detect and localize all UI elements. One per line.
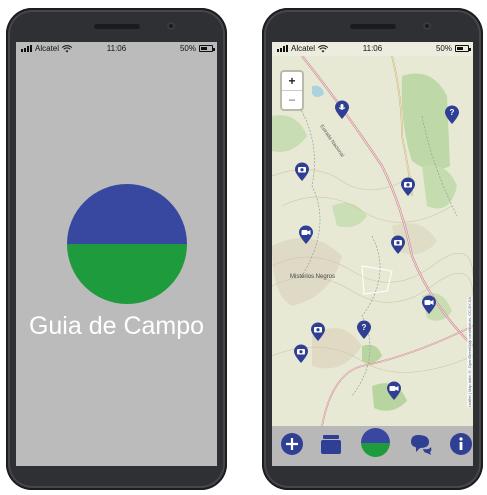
video-icon xyxy=(301,230,311,235)
camera-icon xyxy=(394,240,402,246)
camera-icon xyxy=(404,182,412,188)
question-icon: ? xyxy=(450,108,455,117)
map-marker[interactable] xyxy=(400,177,416,197)
map-marker[interactable] xyxy=(421,295,437,315)
plus-icon[interactable] xyxy=(280,432,304,456)
app-title: Guia de Campo xyxy=(28,312,205,340)
status-bar: Alcatel 11:06 50% xyxy=(16,42,217,56)
battery-percent: 50% xyxy=(179,44,196,53)
map-marker[interactable] xyxy=(293,344,309,364)
battery-percent: 50% xyxy=(435,44,452,53)
phone-right: Alcatel 11:06 50% Estrada Nacional + − M… xyxy=(262,8,483,490)
battery-icon xyxy=(199,45,215,52)
map-screen: Alcatel 11:06 50% Estrada Nacional + − M… xyxy=(272,42,473,466)
splash-screen: Alcatel 11:06 50% Guia de Campo xyxy=(16,42,217,466)
map-marker[interactable]: ? xyxy=(356,320,372,340)
map-marker[interactable] xyxy=(390,235,406,255)
question-icon: ? xyxy=(362,323,367,332)
phone-speaker xyxy=(350,24,396,29)
video-icon xyxy=(389,386,399,391)
zoom-out-button[interactable]: − xyxy=(282,90,302,109)
svg-text:?: ? xyxy=(362,323,367,332)
camera-icon xyxy=(298,167,306,173)
zoom-in-button[interactable]: + xyxy=(282,72,302,90)
cards-icon[interactable] xyxy=(319,432,343,456)
battery-icon xyxy=(455,45,471,52)
video-icon xyxy=(424,300,434,305)
phone-speaker xyxy=(94,24,140,29)
map-marker[interactable]: ? xyxy=(444,105,460,125)
place-label: Mistérios Negros xyxy=(290,274,336,280)
map-marker[interactable] xyxy=(298,225,314,245)
camera-icon xyxy=(297,349,305,355)
phone-camera xyxy=(167,22,175,30)
svg-text:?: ? xyxy=(450,108,455,117)
map-attribution[interactable]: Leaflet | Map data © OpenStreetMap contr… xyxy=(467,297,472,408)
logo-icon[interactable] xyxy=(361,428,390,457)
camera-icon xyxy=(314,327,322,333)
phone-left: Alcatel 11:06 50% Guia de Campo xyxy=(6,8,227,490)
phone-camera xyxy=(423,22,431,30)
map-marker[interactable] xyxy=(310,322,326,342)
chat-bubbles-icon[interactable] xyxy=(409,432,433,456)
bottom-toolbar xyxy=(272,426,473,466)
map-marker[interactable] xyxy=(334,100,350,120)
info-icon[interactable] xyxy=(449,432,473,456)
map-marker[interactable] xyxy=(294,162,310,182)
app-logo xyxy=(67,184,187,304)
status-bar: Alcatel 11:06 50% xyxy=(272,42,473,56)
map-marker[interactable] xyxy=(386,381,402,401)
zoom-control: + − xyxy=(280,70,304,111)
